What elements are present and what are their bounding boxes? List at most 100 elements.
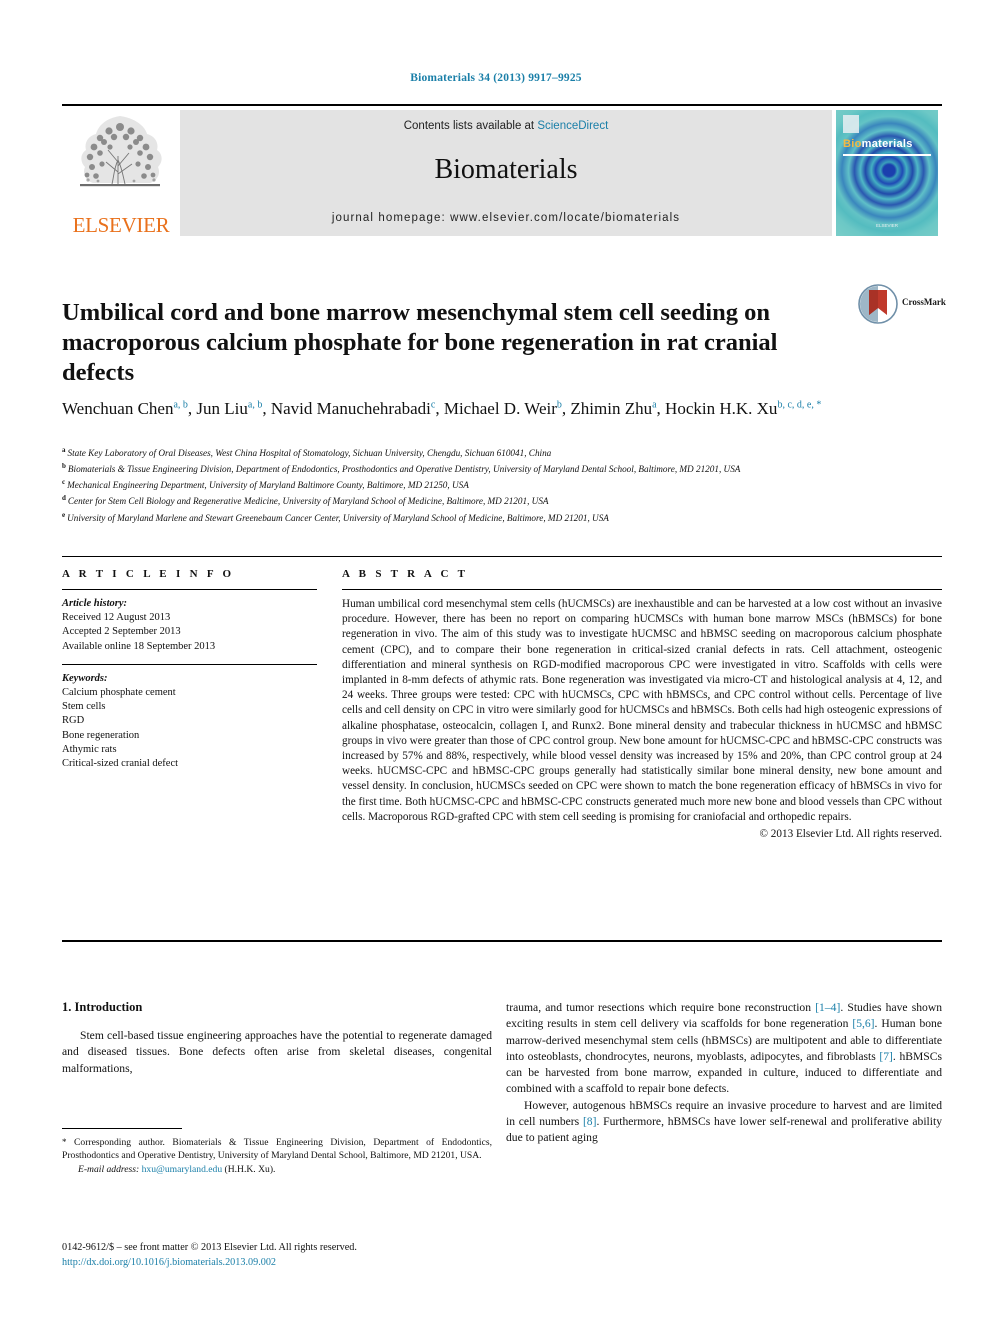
crossmark-icon [858,284,898,324]
article-history-label: Article history: [62,598,128,609]
article-history-item: Available online 18 September 2013 [62,640,216,652]
affiliation-item: a State Key Laboratory of Oral Diseases, … [62,444,942,460]
author-list: Wenchuan Chena, b, Jun Liua, b, Navid Ma… [62,392,942,421]
author-name: Jun Liu [196,398,248,418]
affiliation-label: b [62,462,66,471]
author-sep: , [435,398,440,418]
affiliation-label: d [62,494,66,503]
author-item: Michael D. Weirb, [444,399,566,418]
email-link[interactable]: hxu@umaryland.edu [142,1164,223,1175]
keyword-item: Bone regeneration [62,729,140,741]
abstract-rule [342,589,942,590]
cover-divider [843,154,931,156]
crossmark-label: CrossMark [902,297,946,307]
affiliation-item: e University of Maryland Marlene and Stew… [62,509,942,525]
intro-text-frag: trauma, and tumor resections which requi… [506,1001,816,1014]
affiliation-label: e [62,510,66,519]
affiliation-list: a State Key Laboratory of Oral Diseases, … [62,444,942,525]
author-name: Michael D. Weir [443,398,557,418]
keyword-item: Critical-sized cranial defect [62,758,179,770]
panel-top-rule [62,556,942,557]
journal-cover-thumbnail: Biomaterials ELSEVIER [836,110,942,236]
contents-prefix: Contents lists available at [403,120,538,132]
intro-paragraph-right-2: However, autogenous hBMSCs require an in… [506,1098,942,1147]
affiliation-text: State Key Laboratory of Oral Diseases, W… [67,448,552,459]
author-affil-marks: a, b [247,399,263,410]
affiliation-text: University of Maryland Marlene and Stewa… [67,512,609,523]
body-column-left: 1. Introduction Stem cell-based tissue e… [62,1000,492,1077]
author-name: Wenchuan Chen [62,398,174,418]
cover-title-bio: Bio [843,138,862,150]
footnote-rule [62,1128,182,1129]
imprint-block: 0142-9612/$ – see front matter © 2013 El… [62,1241,532,1270]
article-history: Article history: Received 12 August 2013… [62,597,317,654]
article-page: Biomaterials 34 (2013) 9917–9925 ELSEVIE… [0,0,992,1323]
author-name: Zhimin Zhu [570,398,653,418]
elsevier-logo: ELSEVIER [62,110,180,236]
cover-artwork: Biomaterials ELSEVIER [836,110,938,236]
email-label: E-mail address: [78,1164,140,1176]
author-sep: , [262,398,267,418]
article-history-item: Received 12 August 2013 [62,612,171,624]
page-title: Umbilical cord and bone marrow mesenchym… [62,299,778,387]
article-info-rule [62,589,317,590]
author-item: Hockin H.K. Xub, c, d, e, * [665,399,821,418]
author-sep: , [561,398,567,418]
citation-ref[interactable]: [1–4] [815,1001,840,1014]
citation-ref[interactable]: [5,6] [852,1017,874,1030]
abstract-column: A B S T R A C T Human umbilical cord mes… [342,568,942,840]
keywords-block: Keywords: Calcium phosphate cement Stem … [62,672,317,771]
author-affil-marks: a, b [173,399,188,410]
journal-title: Biomaterials [434,154,578,185]
panel-bottom-rule [62,940,942,942]
journal-homepage-link[interactable]: journal homepage: www.elsevier.com/locat… [180,212,832,224]
author-item: Jun Liua, b, [196,399,266,418]
citation-ref[interactable]: [8] [583,1115,597,1128]
author-name: Hockin H.K. Xu [665,398,778,418]
email-note: E-mail address: hxu@umaryland.edu (H.H.K… [62,1163,492,1176]
footnote-block: * Corresponding author. Biomaterials & T… [62,1136,492,1177]
affiliation-label: a [62,446,66,454]
article-info-column: A R T I C L E I N F O Article history: R… [62,568,317,771]
elsevier-tree-icon [80,116,162,187]
keywords-rule [62,663,317,665]
affiliation-item: d Center for Stem Cell Biology and Regene… [62,492,942,508]
affiliation-label: c [62,478,66,487]
author-sep: , [656,398,661,418]
issn-copyright-line: 0142-9612/$ – see front matter © 2013 El… [62,1242,357,1253]
author-item: Wenchuan Chena, b, [62,399,192,418]
author-item: Navid Manuchehrabadic, [271,399,440,418]
keyword-item: Stem cells [62,701,106,713]
body-column-right: trauma, and tumor resections which requi… [506,1000,942,1147]
corresponding-author-text: Corresponding author. Biomaterials & Tis… [62,1137,492,1162]
article-history-item: Accepted 2 September 2013 [62,626,181,638]
cover-footer-text: ELSEVIER [875,222,898,228]
keywords-label: Keywords: [62,672,108,684]
cover-title: Biomaterials [843,138,913,150]
cover-publisher-icon [843,115,859,133]
keyword-item: Athymic rats [62,743,117,755]
author-affil-marks: b, c, d, e, * [777,399,822,410]
journal-masthead: ELSEVIER Contents lists available at Sci… [62,104,942,236]
corresponding-author-note: * Corresponding author. Biomaterials & T… [62,1136,492,1162]
affiliation-text: Center for Stem Cell Biology and Regener… [67,496,549,507]
affiliation-item: c Mechanical Engineering Department, Univ… [62,476,942,492]
intro-paragraph-right-1: trauma, and tumor resections which requi… [506,1000,942,1098]
author-item: Zhimin Zhua, [570,399,660,418]
affiliation-text: Biomaterials & Tissue Engineering Divisi… [67,464,741,475]
author-name: Navid Manuchehrabadi [270,398,431,418]
abstract-copyright: © 2013 Elsevier Ltd. All rights reserved… [759,828,943,841]
cover-title-materials: materials [861,138,913,150]
section-heading-introduction: 1. Introduction [62,1000,143,1014]
crossmark-badge[interactable]: CrossMark [858,284,946,324]
affiliation-item: b Biomaterials & Tissue Engineering Divis… [62,460,942,476]
citation-ref[interactable]: [7] [879,1050,893,1063]
intro-paragraph-left: Stem cell-based tissue engineering appro… [62,1029,492,1075]
doi-link[interactable]: http://dx.doi.org/10.1016/j.biomaterials… [62,1256,532,1271]
running-head: Biomaterials 34 (2013) 9917–9925 [410,72,582,84]
affiliation-text: Mechanical Engineering Department, Unive… [67,480,469,491]
elsevier-wordmark: ELSEVIER [72,213,170,237]
keyword-item: Calcium phosphate cement [62,687,176,699]
abstract-body: Human umbilical cord mesenchymal stem ce… [342,598,942,823]
sciencedirect-link[interactable]: ScienceDirect [537,120,608,132]
